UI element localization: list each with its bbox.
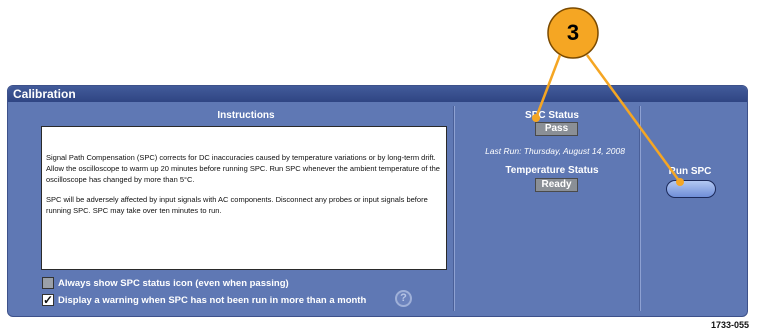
callout-arrow-run-tip [676, 178, 684, 186]
callout-arrow-status [534, 54, 562, 119]
callout-arrow-run [585, 54, 682, 183]
callout-arrow-status-tip [532, 114, 540, 122]
callout-arrows [532, 54, 684, 186]
